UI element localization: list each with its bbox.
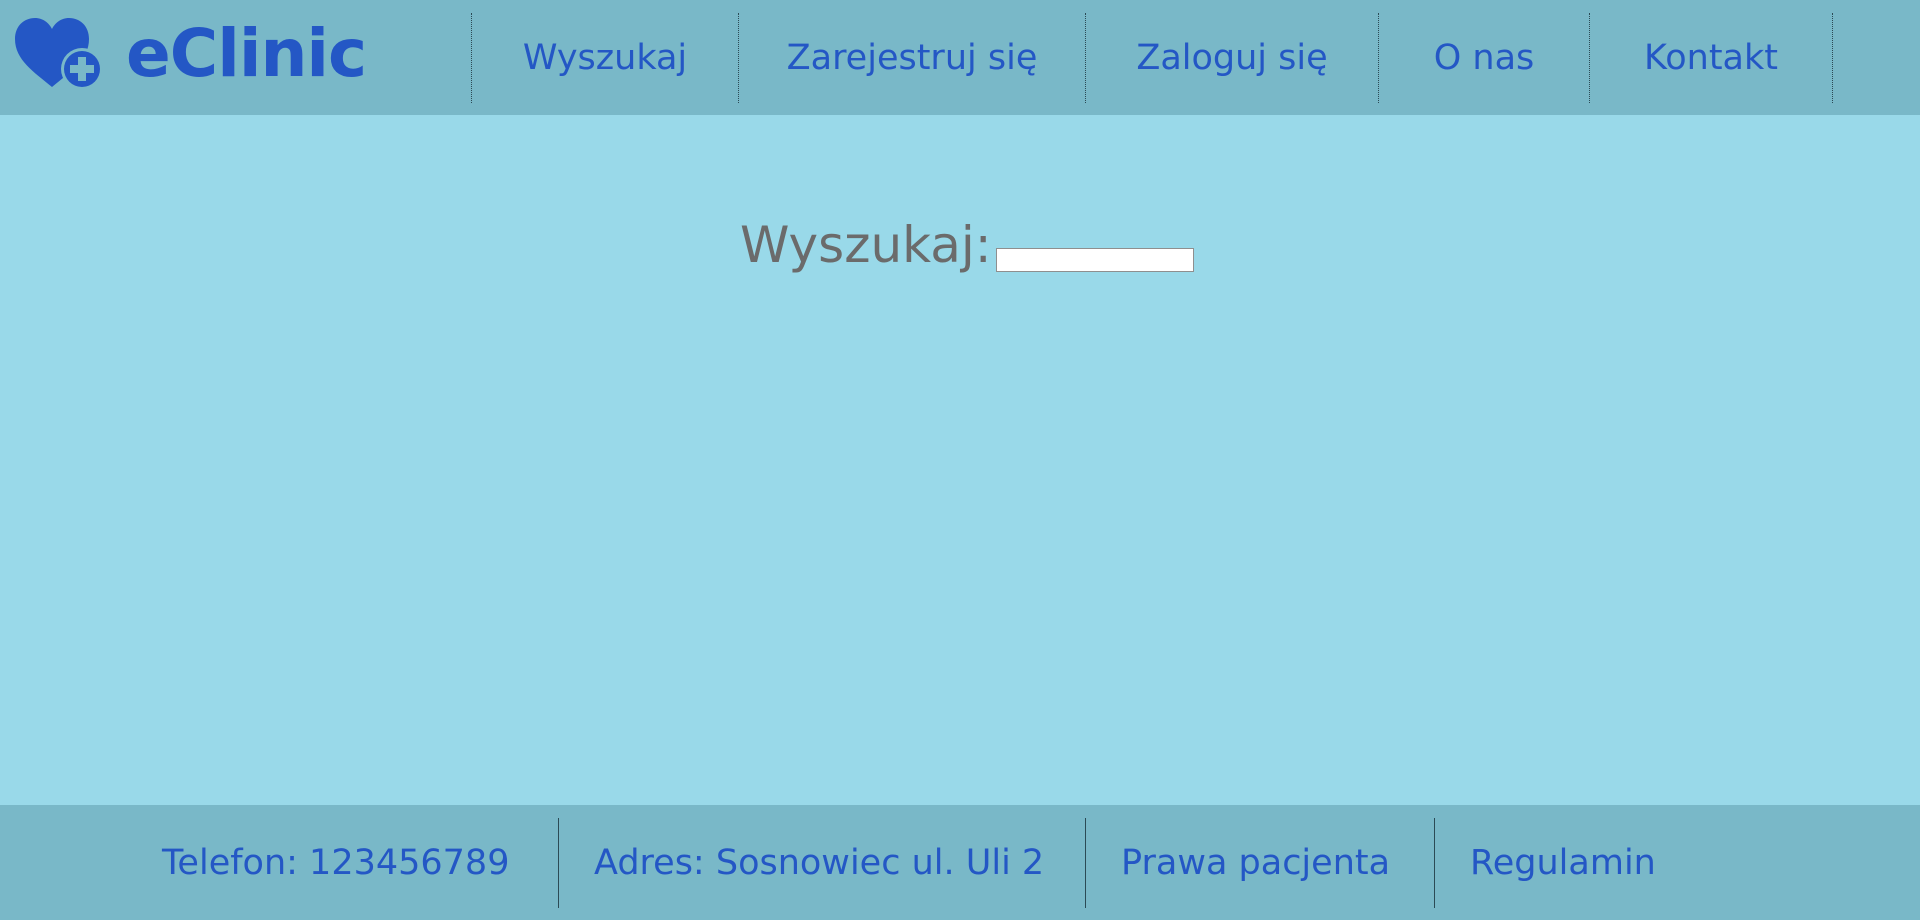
footer-divider — [558, 818, 559, 908]
logo-link[interactable]: eClinic — [14, 14, 367, 94]
nav-item-about[interactable]: O nas — [1379, 0, 1589, 115]
footer-address: Adres: Sosnowiec ul. Uli 2 — [594, 842, 1045, 883]
nav-item-register[interactable]: Zarejestruj się — [739, 0, 1085, 115]
site-header: eClinic Wyszukaj Zarejestruj się Zaloguj… — [0, 0, 1920, 115]
footer-phone: Telefon: 123456789 — [162, 842, 510, 883]
nav-item-contact[interactable]: Kontakt — [1590, 0, 1832, 115]
footer-link-patient-rights[interactable]: Prawa pacjenta — [1121, 805, 1390, 920]
nav-item-search[interactable]: Wyszukaj — [472, 0, 738, 115]
heart-plus-icon — [14, 17, 104, 91]
search-label: Wyszukaj: — [740, 216, 992, 274]
footer-divider — [1434, 818, 1435, 908]
brand-name: eClinic — [126, 15, 367, 92]
search-form: Wyszukaj: — [740, 215, 1194, 275]
site-footer: Telefon: 123456789 Adres: Sosnowiec ul. … — [0, 805, 1920, 920]
footer-link-terms[interactable]: Regulamin — [1470, 805, 1656, 920]
search-input[interactable] — [995, 248, 1194, 272]
nav-item-login[interactable]: Zaloguj się — [1086, 0, 1378, 115]
nav-divider — [1832, 13, 1833, 103]
footer-divider — [1085, 818, 1086, 908]
